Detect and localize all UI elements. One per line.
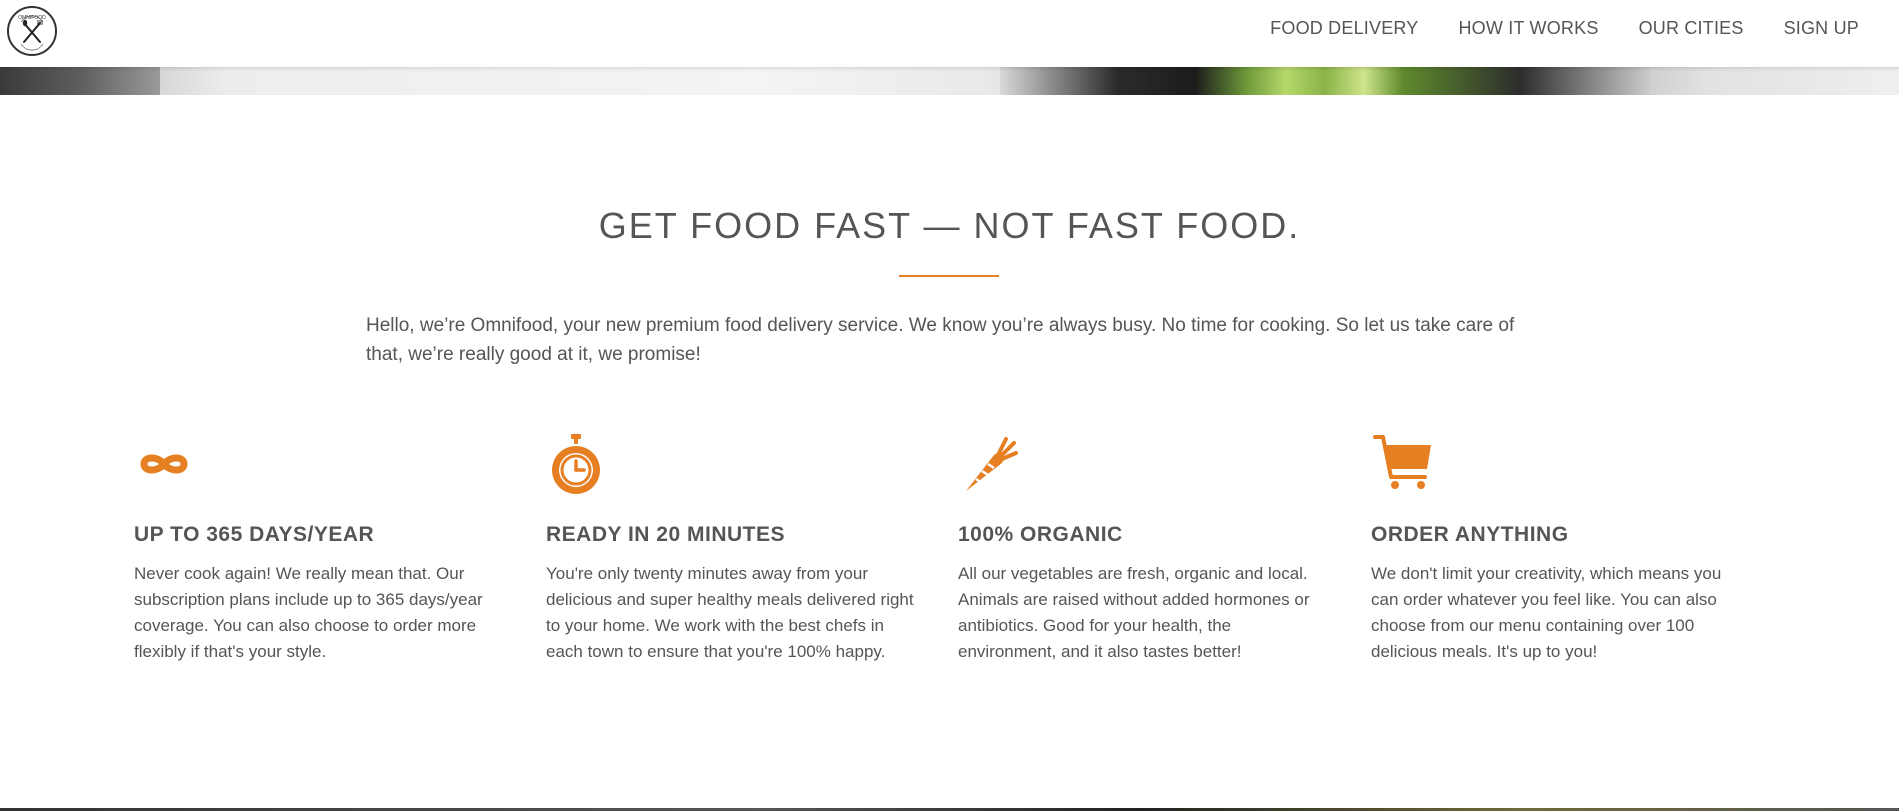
section-intro: Hello, we’re Omnifood, your new premium … bbox=[366, 315, 1515, 365]
feature-text: Never cook again! We really mean that. O… bbox=[134, 564, 483, 661]
section-title: GET FOOD FAST — NOT FAST FOOD. bbox=[598, 205, 1301, 246]
nav-how-it-works[interactable]: HOW IT WORKS bbox=[1458, 18, 1598, 38]
cart-icon bbox=[1373, 435, 1431, 489]
nav-links: FOOD DELIVERY HOW IT WORKS OUR CITIES SI… bbox=[1270, 18, 1859, 38]
feature-box: READY IN 20 MINUTES You're only twenty m… bbox=[546, 431, 916, 665]
feature-text: All our vegetables are fresh, organic an… bbox=[958, 564, 1310, 661]
feature-title: READY IN 20 MINUTES bbox=[546, 523, 785, 546]
feature-title: UP TO 365 DAYS/YEAR bbox=[134, 523, 375, 546]
carrot-icon bbox=[966, 437, 1018, 491]
feature-title: ORDER ANYTHING bbox=[1371, 523, 1569, 546]
nav-food-delivery[interactable]: FOOD DELIVERY bbox=[1270, 18, 1418, 38]
hero-image-left bbox=[0, 66, 160, 95]
fork-knife-icon: OMNIFOOD bbox=[18, 15, 46, 51]
nav-sign-up[interactable]: SIGN UP bbox=[1784, 18, 1859, 38]
omnifood-logo[interactable]: OMNIFOOD bbox=[7, 6, 57, 56]
feature-title: 100% ORGANIC bbox=[958, 523, 1123, 546]
hero-image-plate bbox=[1000, 66, 1650, 95]
feature-box: 100% ORGANIC All our vegetables are fres… bbox=[958, 431, 1328, 665]
feature-text: We don't limit your creativity, which me… bbox=[1371, 564, 1722, 661]
top-navigation: OMNIFOOD FOOD DELIVERY HOW IT WORKS OUR … bbox=[0, 0, 1899, 67]
feature-text: You're only twenty minutes away from you… bbox=[546, 564, 914, 661]
nav-our-cities[interactable]: OUR CITIES bbox=[1639, 18, 1744, 38]
infinity-icon bbox=[140, 454, 188, 474]
feature-box: UP TO 365 DAYS/YEAR Never cook again! We… bbox=[134, 431, 504, 665]
stopwatch-icon bbox=[552, 434, 600, 494]
title-underline bbox=[899, 275, 999, 277]
feature-box: ORDER ANYTHING We don't limit your creat… bbox=[1371, 431, 1741, 665]
